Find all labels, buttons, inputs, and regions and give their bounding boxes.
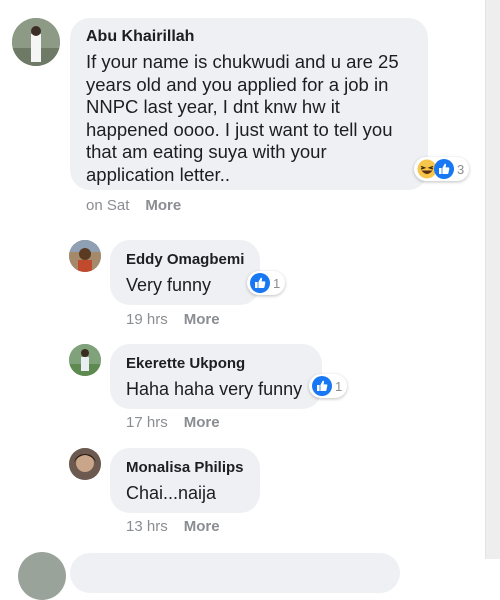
comment-bubble-next[interactable] — [70, 553, 400, 593]
reaction-count: 1 — [335, 378, 343, 394]
avatar-eddy-omagbemi[interactable] — [69, 240, 101, 272]
reaction-count: 1 — [273, 275, 281, 291]
more-link[interactable]: More — [184, 311, 220, 328]
like-icon — [434, 159, 454, 179]
comment-meta: 19 hrs More — [126, 311, 220, 328]
avatar-photo-icon — [69, 240, 101, 272]
avatar-abu-khairillah[interactable] — [12, 18, 60, 66]
comment-bubble[interactable]: Ekerette Ukpong Haha haha very funny — [110, 344, 322, 409]
more-link[interactable]: More — [184, 518, 220, 535]
avatar-photo-icon — [12, 18, 60, 66]
more-link[interactable]: More — [184, 414, 220, 431]
comment-time[interactable]: on Sat — [86, 197, 129, 214]
reaction-count: 3 — [457, 161, 465, 177]
comment-bubble[interactable]: Abu Khairillah If your name is chukwudi … — [70, 18, 428, 190]
comment-meta: 13 hrs More — [126, 518, 220, 535]
comment-time[interactable]: 13 hrs — [126, 518, 168, 535]
more-link[interactable]: More — [145, 197, 181, 214]
reaction-summary[interactable]: 1 — [309, 374, 348, 398]
avatar-monalisa-philips[interactable] — [69, 448, 101, 480]
reaction-summary[interactable]: 1 — [247, 271, 286, 295]
comment-text: Very funny — [126, 275, 212, 295]
comment-author[interactable]: Eddy Omagbemi — [126, 250, 260, 269]
comment-author[interactable]: Monalisa Philips — [126, 458, 260, 477]
comment-text: Haha haha very funny — [126, 379, 303, 399]
comment-meta: on Sat More — [86, 197, 181, 214]
reaction-summary[interactable]: 3 — [414, 157, 470, 181]
avatar-photo-icon — [69, 344, 101, 376]
comment-author[interactable]: Ekerette Ukpong — [126, 354, 322, 373]
comment-bubble[interactable]: Monalisa Philips Chai...naija — [110, 448, 260, 513]
comment-bubble[interactable]: Eddy Omagbemi Very funny — [110, 240, 260, 305]
page-right-edge — [485, 0, 500, 559]
avatar-ekerette-ukpong[interactable] — [69, 344, 101, 376]
like-icon — [250, 273, 270, 293]
comment-meta: 17 hrs More — [126, 414, 220, 431]
comment-author[interactable]: Abu Khairillah — [86, 27, 428, 47]
like-icon — [312, 376, 332, 396]
avatar-next-comment[interactable] — [18, 552, 66, 600]
comment-time[interactable]: 17 hrs — [126, 414, 168, 431]
comment-text: If your name is chukwudi and u are 25 ye… — [86, 51, 399, 185]
comment-time[interactable]: 19 hrs — [126, 311, 168, 328]
comment-text: Chai...naija — [126, 483, 217, 503]
avatar-photo-icon — [69, 448, 101, 480]
